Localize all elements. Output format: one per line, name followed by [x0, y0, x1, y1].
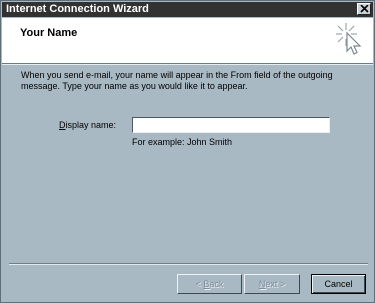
back-button-label: ack — [209, 279, 224, 289]
footer-separator-highlight — [9, 264, 368, 265]
cancel-button[interactable]: Cancel — [311, 274, 366, 294]
wizard-window: Internet Connection Wizard Your Name Whe… — [0, 0, 375, 303]
instructions-text: When you send e-mail, your name will app… — [21, 70, 333, 91]
next-button-label: ext > — [265, 279, 286, 289]
close-button[interactable] — [357, 3, 371, 15]
back-button[interactable]: < Back — [177, 274, 242, 294]
header-panel: Your Name — [2, 18, 373, 64]
page-title: Your Name — [20, 27, 78, 39]
window-title: Internet Connection Wizard — [6, 3, 149, 15]
next-button[interactable]: Next > — [244, 274, 300, 294]
display-name-input[interactable] — [132, 117, 330, 133]
wizard-wand-icon — [336, 23, 362, 55]
display-name-label: Display name: — [59, 120, 117, 130]
close-icon — [360, 5, 369, 13]
header-separator — [2, 64, 373, 65]
example-text: For example: John Smith — [132, 137, 233, 147]
title-bar[interactable]: Internet Connection Wizard — [2, 2, 373, 17]
